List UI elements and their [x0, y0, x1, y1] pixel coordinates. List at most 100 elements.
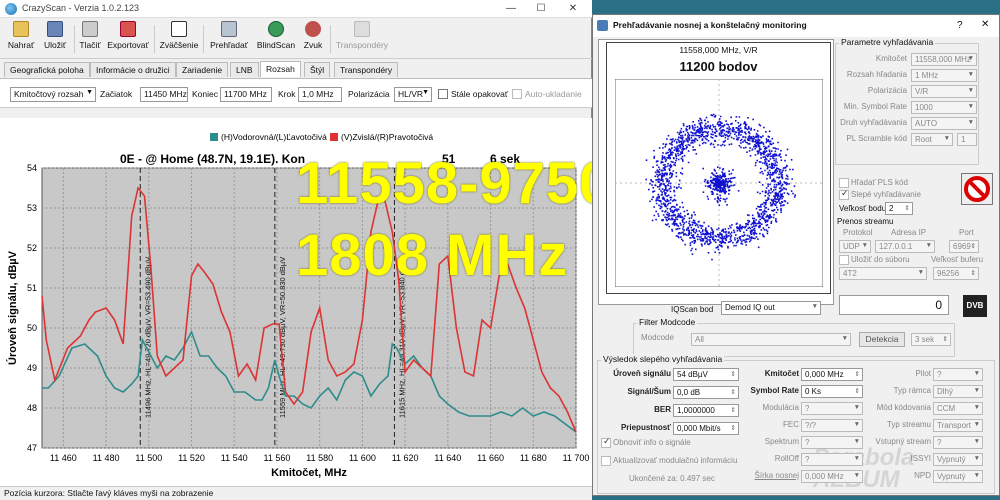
- export-button[interactable]: Exportovať: [106, 21, 150, 57]
- chevron-down-icon: ▼: [861, 242, 868, 249]
- param-label: PL Scramble kód: [846, 134, 907, 143]
- tab-lnb[interactable]: LNB: [230, 62, 259, 77]
- sound-button[interactable]: Zvuk: [300, 21, 326, 57]
- chevron-down-icon: ▼: [973, 472, 980, 479]
- iqscan-select[interactable]: Demod IQ out ▼: [721, 301, 821, 315]
- port-input[interactable]: 6969 ⇕: [949, 240, 979, 253]
- maximize-button[interactable]: ☐: [526, 1, 556, 17]
- refresh-checkbox[interactable]: [601, 436, 611, 448]
- close-button[interactable]: ✕: [558, 1, 588, 17]
- chevron-down-icon: ▼: [967, 103, 974, 110]
- modcode-select[interactable]: All ▼: [691, 333, 851, 346]
- tab-geo[interactable]: Geografická poloha: [4, 62, 90, 77]
- save-button[interactable]: Uložiť: [40, 21, 70, 57]
- spin-icon: ⇕: [904, 205, 910, 212]
- scan-button[interactable]: Prehľadať: [207, 21, 251, 57]
- result-value: ? ▼: [801, 453, 863, 466]
- detect-button[interactable]: Detekcia: [859, 332, 905, 347]
- spin-icon: ⇕: [970, 243, 976, 250]
- chevron-down-icon: ▼: [917, 269, 924, 276]
- buffer-value: 96256: [937, 269, 960, 278]
- minimize-button[interactable]: —: [496, 1, 526, 17]
- tab-transponders[interactable]: Transpondéry: [334, 62, 399, 77]
- chevron-down-icon: ▼: [973, 421, 980, 428]
- transponders-button[interactable]: Transpondéry: [334, 21, 390, 57]
- marker-label: 11496 MHz, HL=49.720 dBµV, VR=53.490 dBµ…: [143, 257, 152, 418]
- legend-swatch: [210, 133, 218, 141]
- polarization-value: HL/VR: [398, 89, 424, 99]
- chevron-down-icon: ▼: [853, 404, 860, 411]
- constellation-plot: [615, 79, 823, 287]
- y-tick-label: 50: [27, 323, 37, 333]
- params-title: Parametre vyhľadávania: [839, 37, 936, 47]
- legend-label: (V)Zvislá/(R)Pravotočivá: [341, 132, 433, 142]
- toolbar-separator: [330, 25, 331, 53]
- step-input[interactable]: 1,0 MHz: [298, 87, 342, 102]
- pls-checkbox[interactable]: [839, 178, 849, 188]
- tab-style[interactable]: Štýl: [304, 62, 331, 77]
- file-select[interactable]: 4T2 ▼: [839, 267, 927, 280]
- chevron-down-icon: ▼: [853, 438, 860, 445]
- param-field[interactable]: 1000 ▼: [911, 101, 977, 114]
- modcode-value: All: [695, 335, 704, 344]
- param-field[interactable]: V/R ▼: [911, 85, 977, 98]
- x-axis-label: Kmitočet, MHz: [271, 467, 347, 479]
- range-mode-select[interactable]: Kmitočtový rozsah ▼: [10, 87, 96, 102]
- constellation-scope: 11558,000 MHz, V/R 11200 bodov: [606, 42, 831, 294]
- point-size-stepper[interactable]: 2 ⇕: [885, 202, 913, 215]
- tab-range[interactable]: Rozsah: [260, 61, 301, 77]
- tab-satellite-info[interactable]: Informácie o družici: [90, 62, 176, 77]
- buffer-input[interactable]: 96256 ⇕: [933, 267, 979, 280]
- sound-icon: [305, 21, 321, 37]
- tab-device[interactable]: Zariadenie: [176, 62, 229, 77]
- detect-time-input[interactable]: 3 sek ⇕: [911, 333, 951, 346]
- stop-button[interactable]: [961, 173, 993, 205]
- save-file-checkbox[interactable]: [839, 255, 849, 265]
- dialog-close-button[interactable]: ✕: [981, 19, 989, 30]
- result-value: ? ▼: [933, 436, 983, 449]
- y-tick-label: 49: [27, 363, 37, 373]
- help-button[interactable]: ?: [957, 20, 963, 31]
- toolbar-separator: [154, 25, 155, 53]
- scope-points: 11200 bodov: [679, 59, 758, 74]
- ip-value: 127.0.0.1: [879, 242, 913, 251]
- chevron-down-icon: ▼: [973, 370, 980, 377]
- open-button[interactable]: Nahrať: [6, 21, 36, 57]
- toolbar-separator: [74, 25, 75, 53]
- counter-display: 0: [839, 295, 949, 315]
- blind-search-checkbox[interactable]: [839, 188, 849, 200]
- x-tick-label: 11 460: [50, 453, 77, 463]
- open-label: Nahrať: [7, 40, 35, 50]
- buffer-label: Veľkosť buferu: [931, 255, 984, 264]
- print-button[interactable]: Tlačiť: [78, 21, 102, 57]
- update-mod-checkbox[interactable]: [601, 456, 611, 466]
- start-value: 11450 MHz: [144, 89, 187, 99]
- start-input[interactable]: 11450 MHz: [140, 87, 188, 102]
- y-tick-label: 53: [27, 203, 37, 213]
- repeat-checkbox[interactable]: [438, 89, 448, 99]
- sound-label: Zvuk: [303, 40, 323, 50]
- chevron-down-icon: ▼: [853, 421, 860, 428]
- dialog-title: Prehľadávanie nosnej a konštelačný monit…: [613, 20, 807, 30]
- result-value: ? ▼: [801, 402, 863, 415]
- protocol-select[interactable]: UDP ▼: [839, 240, 871, 253]
- y-tick-label: 54: [27, 163, 37, 173]
- blindscan-button[interactable]: BlindScan: [256, 21, 296, 57]
- param-field[interactable]: 1 MHz ▼: [911, 69, 977, 82]
- autosave-label: Auto-ukladanie: [525, 89, 582, 99]
- ip-input[interactable]: 127.0.0.1 ▼: [875, 240, 935, 253]
- param-field[interactable]: Root ▼: [911, 133, 953, 146]
- zoom-button[interactable]: Zväčšenie: [158, 21, 200, 57]
- param-field[interactable]: AUTO ▼: [911, 117, 977, 130]
- autosave-checkbox[interactable]: [512, 89, 522, 99]
- polarization-select[interactable]: HL/VR ▼: [394, 87, 432, 102]
- result-label: ISSYI: [910, 454, 931, 463]
- point-size-label: Veľkosť bodu: [839, 204, 887, 213]
- x-tick-label: 11 520: [178, 453, 205, 463]
- param-field-secondary[interactable]: 1: [957, 133, 977, 146]
- param-field[interactable]: 11558,000 MHz ▼: [911, 53, 977, 66]
- x-tick-label: 11 500: [135, 453, 162, 463]
- overlay-frequency: 11558-9750: [296, 151, 613, 216]
- end-input[interactable]: 11700 MHz: [220, 87, 272, 102]
- chevron-down-icon: ▼: [853, 472, 860, 479]
